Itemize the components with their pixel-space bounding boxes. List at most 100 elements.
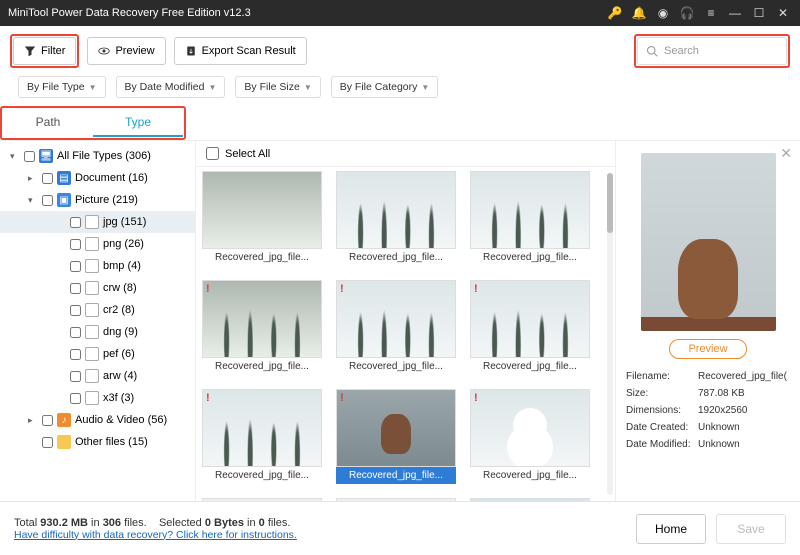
tree-checkbox[interactable] bbox=[70, 393, 81, 404]
file-card[interactable]: ! bbox=[202, 498, 322, 501]
chip-file-category[interactable]: By File Category▼ bbox=[331, 76, 439, 98]
file-card[interactable]: ! bbox=[336, 498, 456, 501]
chevron-right-icon[interactable]: ▸ bbox=[28, 173, 38, 184]
file-card[interactable]: !Recovered_jpg_file... bbox=[336, 280, 456, 375]
file-card[interactable]: Recovered_jpg_file... bbox=[470, 171, 590, 266]
menu-icon[interactable]: ≡ bbox=[702, 4, 720, 22]
export-icon bbox=[185, 45, 197, 57]
meta-dimensions-key: Dimensions: bbox=[626, 405, 698, 416]
file-thumbnail[interactable]: ! bbox=[470, 280, 590, 358]
file-thumbnail[interactable]: ! bbox=[336, 280, 456, 358]
tree-label: x3f (3) bbox=[103, 392, 134, 404]
file-thumbnail[interactable]: ! bbox=[202, 389, 322, 467]
file-thumbnail[interactable]: ! bbox=[336, 389, 456, 467]
monitor-icon: 🖥 bbox=[39, 149, 53, 163]
chip-file-size[interactable]: By File Size▼ bbox=[235, 76, 320, 98]
chip-file-type[interactable]: By File Type▼ bbox=[18, 76, 106, 98]
bell-icon[interactable]: 🔔 bbox=[630, 4, 648, 22]
tree-checkbox[interactable] bbox=[42, 415, 53, 426]
tree-picture-child[interactable]: crw (8) bbox=[0, 277, 195, 299]
tree-label: bmp (4) bbox=[103, 260, 141, 272]
chevron-down-icon: ▼ bbox=[208, 83, 216, 92]
scrollbar-thumb[interactable] bbox=[607, 173, 613, 233]
tree-checkbox[interactable] bbox=[70, 239, 81, 250]
close-icon[interactable]: ✕ bbox=[774, 4, 792, 22]
tree-checkbox[interactable] bbox=[70, 261, 81, 272]
tab-type[interactable]: Type bbox=[93, 109, 183, 137]
tree-checkbox[interactable] bbox=[70, 349, 81, 360]
tree-checkbox[interactable] bbox=[42, 173, 53, 184]
tree-checkbox[interactable] bbox=[70, 305, 81, 316]
preview-action-button[interactable]: Preview bbox=[669, 339, 746, 359]
home-button[interactable]: Home bbox=[636, 514, 706, 544]
file-caption: Recovered_jpg_file... bbox=[470, 467, 590, 484]
document-icon: ▤ bbox=[57, 171, 71, 185]
save-button[interactable]: Save bbox=[716, 514, 786, 544]
tree-checkbox[interactable] bbox=[70, 217, 81, 228]
maximize-icon[interactable]: ☐ bbox=[750, 4, 768, 22]
tree-picture-child[interactable]: cr2 (8) bbox=[0, 299, 195, 321]
file-thumbnail[interactable]: ! bbox=[202, 280, 322, 358]
file-thumbnail[interactable]: ! bbox=[470, 498, 590, 501]
tree-picture-child[interactable]: png (26) bbox=[0, 233, 195, 255]
eye-icon bbox=[98, 45, 110, 57]
tree-label: png (26) bbox=[103, 238, 144, 250]
chip-date-modified[interactable]: By Date Modified▼ bbox=[116, 76, 226, 98]
file-card[interactable]: !Recovered_jpg_file... bbox=[336, 389, 456, 484]
tree-document[interactable]: ▸ ▤ Document (16) bbox=[0, 167, 195, 189]
statusbar: Total 930.2 MB in 306 files. Selected 0 … bbox=[0, 501, 800, 555]
tree-checkbox[interactable] bbox=[24, 151, 35, 162]
tree-audio-video[interactable]: ▸ ♪ Audio & Video (56) bbox=[0, 409, 195, 431]
warning-icon: ! bbox=[474, 392, 478, 404]
file-thumbnail[interactable] bbox=[202, 171, 322, 249]
file-card[interactable]: Recovered_jpg_file... bbox=[202, 171, 322, 266]
select-all-checkbox[interactable] bbox=[206, 147, 219, 160]
tree-checkbox[interactable] bbox=[70, 283, 81, 294]
file-thumbnail[interactable]: ! bbox=[202, 498, 322, 501]
headset-icon[interactable]: 🎧 bbox=[678, 4, 696, 22]
tree-label: arw (4) bbox=[103, 370, 137, 382]
file-thumbnail[interactable] bbox=[336, 171, 456, 249]
filter-button[interactable]: Filter bbox=[13, 37, 76, 65]
preview-button[interactable]: Preview bbox=[87, 37, 165, 65]
close-preview-icon[interactable]: ✕ bbox=[780, 145, 792, 162]
tree-other-files[interactable]: Other files (15) bbox=[0, 431, 195, 453]
file-thumbnail[interactable]: ! bbox=[470, 389, 590, 467]
file-icon bbox=[85, 369, 99, 383]
file-card[interactable]: ! bbox=[470, 498, 590, 501]
chevron-down-icon[interactable]: ▾ bbox=[28, 195, 38, 206]
file-card[interactable]: !Recovered_jpg_file... bbox=[202, 280, 322, 375]
minimize-icon[interactable]: — bbox=[726, 4, 744, 22]
tree-picture-child[interactable]: arw (4) bbox=[0, 365, 195, 387]
chevron-down-icon[interactable]: ▾ bbox=[10, 151, 20, 162]
tree-picture-child[interactable]: dng (9) bbox=[0, 321, 195, 343]
tree-checkbox[interactable] bbox=[42, 195, 53, 206]
tab-path[interactable]: Path bbox=[3, 109, 93, 137]
search-input[interactable]: Search bbox=[637, 37, 787, 65]
file-card[interactable]: !Recovered_jpg_file... bbox=[470, 280, 590, 375]
file-card[interactable]: ! Recovered_jpg_file... bbox=[470, 389, 590, 484]
tree-picture-child[interactable]: pef (6) bbox=[0, 343, 195, 365]
sidebar-tabs: Path Type bbox=[0, 106, 800, 141]
scrollbar[interactable] bbox=[607, 173, 613, 495]
tree-picture-child[interactable]: bmp (4) bbox=[0, 255, 195, 277]
chevron-right-icon[interactable]: ▸ bbox=[28, 415, 38, 426]
globe-icon[interactable]: ◉ bbox=[654, 4, 672, 22]
help-link[interactable]: Have difficulty with data recovery? Clic… bbox=[14, 529, 297, 541]
file-thumbnail[interactable]: ! bbox=[336, 498, 456, 501]
tree-checkbox[interactable] bbox=[42, 437, 53, 448]
tree-checkbox[interactable] bbox=[70, 327, 81, 338]
filter-highlight: Filter bbox=[10, 34, 79, 68]
tree-checkbox[interactable] bbox=[70, 371, 81, 382]
tree-picture-child[interactable]: x3f (3) bbox=[0, 387, 195, 409]
file-thumbnail[interactable] bbox=[470, 171, 590, 249]
tree-picture-child[interactable]: jpg (151) bbox=[0, 211, 195, 233]
tree-all-file-types[interactable]: ▾ 🖥 All File Types (306) bbox=[0, 145, 195, 167]
tree-picture[interactable]: ▾ ▣ Picture (219) bbox=[0, 189, 195, 211]
file-card[interactable]: !Recovered_jpg_file... bbox=[202, 389, 322, 484]
key-icon[interactable]: 🔑 bbox=[606, 4, 624, 22]
export-button[interactable]: Export Scan Result bbox=[174, 37, 307, 65]
file-caption: Recovered_jpg_file... bbox=[336, 358, 456, 375]
file-card[interactable]: Recovered_jpg_file... bbox=[336, 171, 456, 266]
tree-label: Other files (15) bbox=[75, 436, 148, 448]
